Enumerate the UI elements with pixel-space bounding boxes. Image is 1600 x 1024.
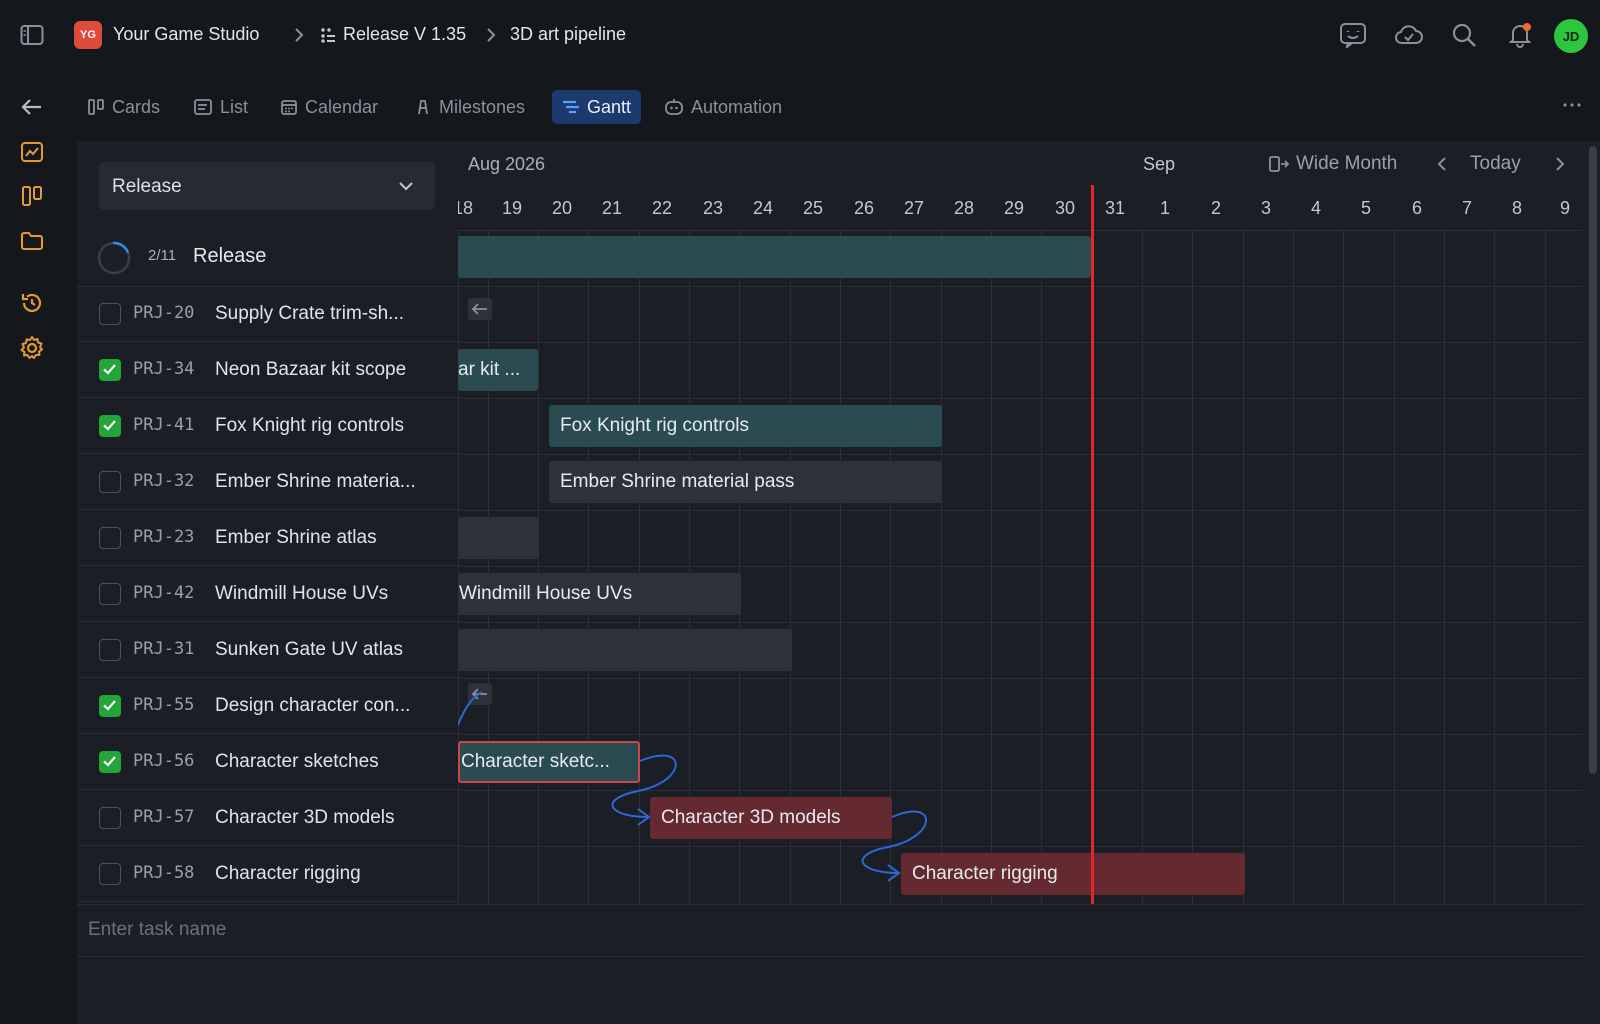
board-icon[interactable] [16, 180, 48, 212]
task-title: Ember Shrine atlas [215, 527, 377, 548]
breadcrumb-release[interactable]: Release V 1.35 [343, 24, 466, 45]
top-bar: YG Your Game Studio Release V 1.35 3D ar… [0, 0, 1600, 70]
task-checkbox[interactable] [99, 695, 121, 717]
breadcrumb-studio[interactable]: Your Game Studio [113, 24, 259, 45]
task-checkbox[interactable] [99, 359, 121, 381]
task-checkbox[interactable] [99, 583, 121, 605]
task-row[interactable]: PRJ-57 Character 3D models [77, 790, 458, 846]
release-icon [321, 28, 335, 43]
release-progress-count: 2/11 [148, 247, 177, 264]
task-row[interactable]: PRJ-23 Ember Shrine atlas [77, 510, 458, 566]
settings-gear-icon[interactable] [16, 332, 48, 364]
task-row[interactable]: PRJ-41 Fox Knight rig controls [77, 398, 458, 454]
folder-icon[interactable] [16, 225, 48, 257]
tab-label: Automation [691, 96, 783, 117]
today-marker [1091, 185, 1094, 904]
task-code: PRJ-56 [133, 751, 195, 771]
analytics-icon[interactable] [16, 136, 48, 168]
chevron-right-icon [487, 28, 496, 42]
task-code: PRJ-32 [133, 471, 195, 491]
list-icon [194, 99, 212, 115]
task-row[interactable]: PRJ-56 Character sketches [77, 734, 458, 790]
task-title: Character 3D models [215, 807, 395, 828]
tab-milestones[interactable]: Milestones [404, 90, 535, 124]
tab-label: Milestones [439, 96, 526, 117]
new-task-row [77, 904, 1583, 957]
new-task-input[interactable] [88, 919, 688, 941]
task-code: PRJ-58 [133, 863, 195, 883]
task-row[interactable]: PRJ-42 Windmill House UVs [77, 566, 458, 622]
task-checkbox[interactable] [99, 863, 121, 885]
task-checkbox[interactable] [99, 471, 121, 493]
cards-icon [88, 99, 104, 115]
task-code: PRJ-23 [133, 527, 195, 547]
task-checkbox[interactable] [99, 303, 121, 325]
search-icon[interactable] [1448, 19, 1480, 51]
dependency-links [458, 691, 927, 882]
task-title: Fox Knight rig controls [215, 415, 405, 436]
notifications-bell-icon[interactable] [1504, 19, 1536, 51]
automation-icon [665, 99, 683, 115]
chevron-right-icon [295, 28, 304, 42]
history-icon[interactable] [16, 287, 48, 319]
task-title: Character rigging [215, 863, 361, 884]
avatar[interactable]: JD [1554, 19, 1588, 53]
more-options-icon[interactable] [1562, 98, 1582, 112]
task-row[interactable]: PRJ-32 Ember Shrine materia... [77, 454, 458, 510]
task-code: PRJ-57 [133, 807, 195, 827]
tab-list[interactable]: List [183, 90, 258, 124]
task-checkbox[interactable] [99, 751, 121, 773]
breadcrumb-pipeline[interactable]: 3D art pipeline [510, 24, 626, 45]
release-group-name: Release [193, 245, 267, 267]
gantt-timeline: Aug 2026 Sep Wide Month Today 18 19 20 2… [458, 141, 1582, 904]
studio-logo[interactable]: YG [74, 21, 102, 49]
calendar-icon [281, 100, 297, 115]
progress-ring [97, 241, 131, 275]
task-title: Windmill House UVs [215, 583, 389, 604]
release-group-row[interactable]: 2/11 Release [77, 231, 458, 287]
task-code: PRJ-34 [133, 359, 195, 379]
task-code: PRJ-20 [133, 303, 195, 323]
task-code: PRJ-31 [133, 639, 195, 659]
task-checkbox[interactable] [99, 415, 121, 437]
cloud-sync-icon[interactable] [1393, 19, 1425, 51]
task-code: PRJ-55 [133, 695, 195, 715]
task-title: Supply Crate trim-sh... [215, 303, 404, 324]
vertical-scrollbar[interactable] [1589, 146, 1597, 774]
task-code: PRJ-41 [133, 415, 195, 435]
sidebar-toggle-icon[interactable] [16, 19, 48, 51]
tab-label: Cards [112, 96, 161, 117]
milestone-icon [418, 100, 428, 115]
task-row[interactable]: PRJ-55 Design character con... [77, 678, 458, 734]
gantt-icon [563, 100, 579, 114]
task-title: Neon Bazaar kit scope [215, 359, 407, 380]
tab-label: List [220, 96, 249, 117]
task-title: Character sketches [215, 751, 379, 772]
group-by-value: Release [112, 176, 182, 197]
task-checkbox[interactable] [99, 807, 121, 829]
task-checkbox[interactable] [99, 527, 121, 549]
group-by-dropdown[interactable]: Release [99, 162, 435, 210]
task-title: Ember Shrine materia... [215, 471, 416, 492]
task-row[interactable]: PRJ-34 Neon Bazaar kit scope [77, 342, 458, 398]
task-code: PRJ-42 [133, 583, 195, 603]
task-row[interactable]: PRJ-31 Sunken Gate UV atlas [77, 622, 458, 678]
tab-calendar[interactable]: Calendar [270, 90, 388, 124]
task-row[interactable]: PRJ-58 Character rigging [77, 846, 458, 902]
tab-gantt[interactable]: Gantt [552, 90, 642, 124]
chevron-down-icon [399, 182, 413, 191]
task-checkbox[interactable] [99, 639, 121, 661]
task-title: Sunken Gate UV atlas [215, 639, 403, 660]
task-row[interactable]: PRJ-20 Supply Crate trim-sh... [77, 286, 458, 342]
back-arrow-icon[interactable] [16, 91, 48, 123]
tab-label: Gantt [587, 96, 632, 117]
tab-automation[interactable]: Automation [654, 90, 792, 124]
feedback-icon[interactable] [1337, 19, 1369, 51]
tab-label: Calendar [305, 96, 379, 117]
task-title: Design character con... [215, 695, 411, 716]
tab-cards[interactable]: Cards [77, 90, 170, 124]
